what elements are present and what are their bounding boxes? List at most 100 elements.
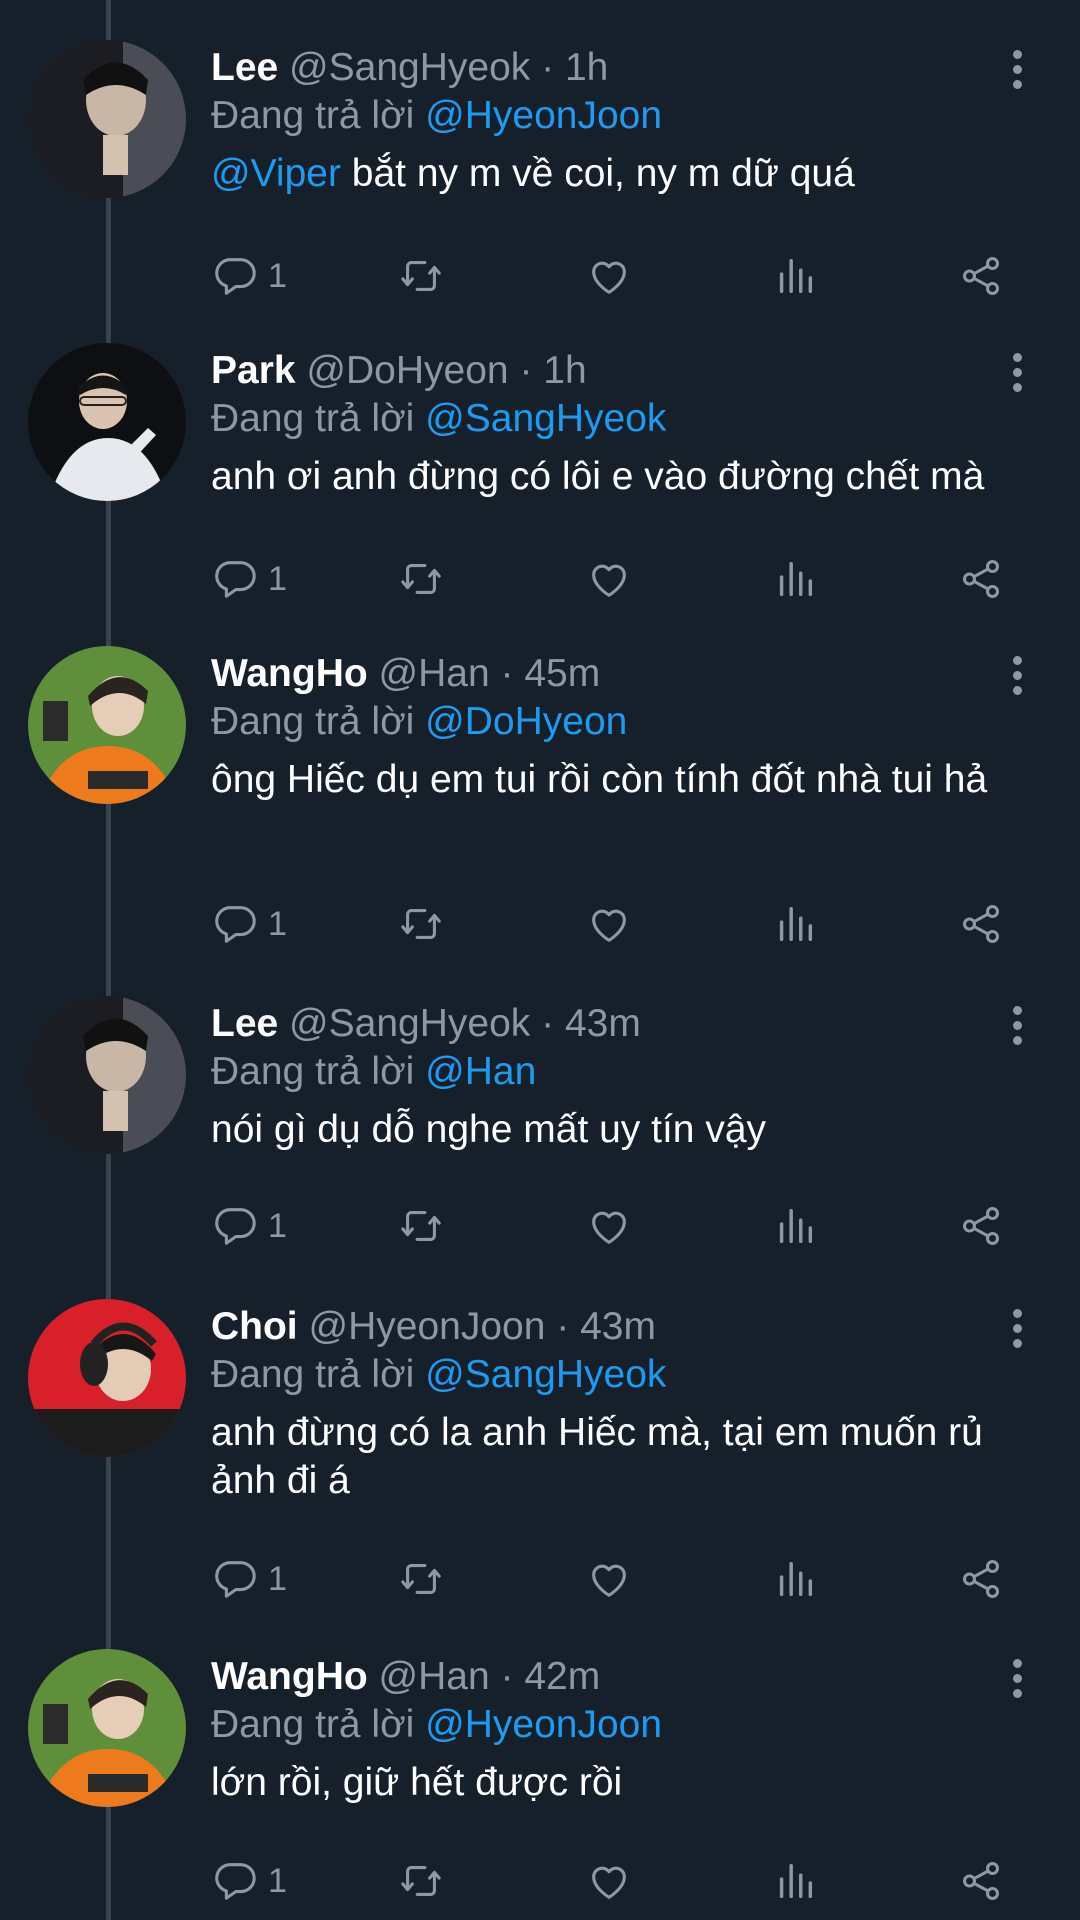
tweet-actions: 1 <box>0 1196 1080 1256</box>
reply-count: 1 <box>268 559 287 598</box>
user-handle[interactable]: @SangHyeok <box>289 46 530 89</box>
reply-icon <box>215 906 256 943</box>
reply-button[interactable]: 1 <box>212 1549 287 1609</box>
display-name[interactable]: WangHo <box>211 652 368 695</box>
views-icon <box>779 258 813 294</box>
share-button[interactable] <box>958 1196 1004 1256</box>
more-icon <box>1000 656 1034 695</box>
user-handle[interactable]: @Han <box>379 1655 490 1698</box>
reply-count: 1 <box>268 1861 287 1900</box>
like-button[interactable] <box>586 1851 632 1911</box>
share-icon <box>962 905 1000 943</box>
more-options-button[interactable] <box>1000 1659 1034 1703</box>
reply-button[interactable]: 1 <box>212 549 287 609</box>
like-icon <box>592 261 626 294</box>
display-name[interactable]: Lee <box>211 46 278 89</box>
replying-to-line: Đang trả lời @DoHyeon <box>211 696 627 748</box>
timestamp[interactable]: 43m <box>565 1002 641 1045</box>
tweet-text: @Viper bắt ny m về coi, ny m dữ quá <box>211 150 1041 198</box>
more-options-button[interactable] <box>1000 50 1034 94</box>
avatar-photo <box>28 343 186 501</box>
display-name[interactable]: Park <box>211 349 296 392</box>
display-name[interactable]: Choi <box>211 1305 298 1348</box>
retweet-icon <box>401 1564 441 1594</box>
like-icon <box>592 1564 626 1597</box>
views-button[interactable] <box>772 1549 818 1609</box>
timestamp[interactable]: 43m <box>580 1305 656 1348</box>
reply-button[interactable]: 1 <box>212 1196 287 1256</box>
retweet-icon <box>401 909 441 939</box>
tweet-text: ông Hiếc dụ em tui rồi còn tính đốt nhà … <box>211 756 1041 804</box>
reply-icon <box>215 1208 256 1245</box>
avatar[interactable] <box>28 40 186 198</box>
body-mention[interactable]: @Viper <box>211 152 341 195</box>
user-handle[interactable]: @DoHyeon <box>306 349 508 392</box>
retweet-button[interactable] <box>398 549 444 609</box>
more-options-button[interactable] <box>1000 1006 1034 1050</box>
avatar[interactable] <box>28 1299 186 1457</box>
like-button[interactable] <box>586 1549 632 1609</box>
like-button[interactable] <box>586 246 632 306</box>
avatar[interactable] <box>28 1649 186 1807</box>
user-handle[interactable]: @HyeonJoon <box>309 1305 546 1348</box>
replying-to-line: Đang trả lời @HyeonJoon <box>211 1699 662 1751</box>
reply-button[interactable]: 1 <box>212 894 287 954</box>
tweet-body: anh ơi anh đừng có lôi e vào đường chết … <box>211 455 985 498</box>
timestamp[interactable]: 45m <box>524 652 600 695</box>
timestamp[interactable]: 1h <box>543 349 586 392</box>
avatar[interactable] <box>28 646 186 804</box>
replying-to-mention[interactable]: @Han <box>425 1050 536 1093</box>
retweet-button[interactable] <box>398 1549 444 1609</box>
views-button[interactable] <box>772 549 818 609</box>
views-button[interactable] <box>772 1196 818 1256</box>
replying-to-line: Đang trả lời @SangHyeok <box>211 393 666 445</box>
replying-to-mention[interactable]: @HyeonJoon <box>425 94 662 137</box>
reply-count: 1 <box>268 1559 287 1598</box>
retweet-button[interactable] <box>398 1196 444 1256</box>
retweet-icon <box>401 1211 441 1241</box>
like-button[interactable] <box>586 1196 632 1256</box>
retweet-button[interactable] <box>398 246 444 306</box>
replying-to-line: Đang trả lời @HyeonJoon <box>211 90 662 142</box>
share-button[interactable] <box>958 1549 1004 1609</box>
share-button[interactable] <box>958 894 1004 954</box>
more-options-button[interactable] <box>1000 1309 1034 1353</box>
retweet-button[interactable] <box>398 1851 444 1911</box>
avatar[interactable] <box>28 996 186 1154</box>
separator-dot: · <box>519 349 533 392</box>
tweet-actions: 1 <box>0 894 1080 954</box>
replying-to-mention[interactable]: @HyeonJoon <box>425 1703 662 1746</box>
reply-icon <box>215 1863 256 1900</box>
reply-button[interactable]: 1 <box>212 1851 287 1911</box>
like-button[interactable] <box>586 894 632 954</box>
share-button[interactable] <box>958 549 1004 609</box>
avatar-photo <box>28 40 186 198</box>
display-name[interactable]: WangHo <box>211 1655 368 1698</box>
replying-to-mention[interactable]: @SangHyeok <box>425 1353 666 1396</box>
views-icon <box>779 1208 813 1244</box>
replying-to-label: Đang trả lời <box>211 1703 415 1746</box>
like-button[interactable] <box>586 549 632 609</box>
display-name[interactable]: Lee <box>211 1002 278 1045</box>
tweet-actions: 1 <box>0 1549 1080 1609</box>
reply-button[interactable]: 1 <box>212 246 287 306</box>
timestamp[interactable]: 42m <box>524 1655 600 1698</box>
replying-to-mention[interactable]: @DoHyeon <box>425 700 627 743</box>
retweet-icon <box>401 261 441 291</box>
separator-dot: · <box>541 46 555 89</box>
share-button[interactable] <box>958 246 1004 306</box>
avatar[interactable] <box>28 343 186 501</box>
views-button[interactable] <box>772 894 818 954</box>
retweet-button[interactable] <box>398 894 444 954</box>
user-handle[interactable]: @SangHyeok <box>289 1002 530 1045</box>
views-button[interactable] <box>772 246 818 306</box>
more-options-button[interactable] <box>1000 656 1034 700</box>
share-button[interactable] <box>958 1851 1004 1911</box>
tweet-header: WangHo @Han · 42m <box>211 1649 600 1705</box>
replying-to-mention[interactable]: @SangHyeok <box>425 397 666 440</box>
user-handle[interactable]: @Han <box>379 652 490 695</box>
more-options-button[interactable] <box>1000 353 1034 397</box>
timestamp[interactable]: 1h <box>565 46 608 89</box>
views-button[interactable] <box>772 1851 818 1911</box>
avatar-photo <box>28 1299 186 1457</box>
